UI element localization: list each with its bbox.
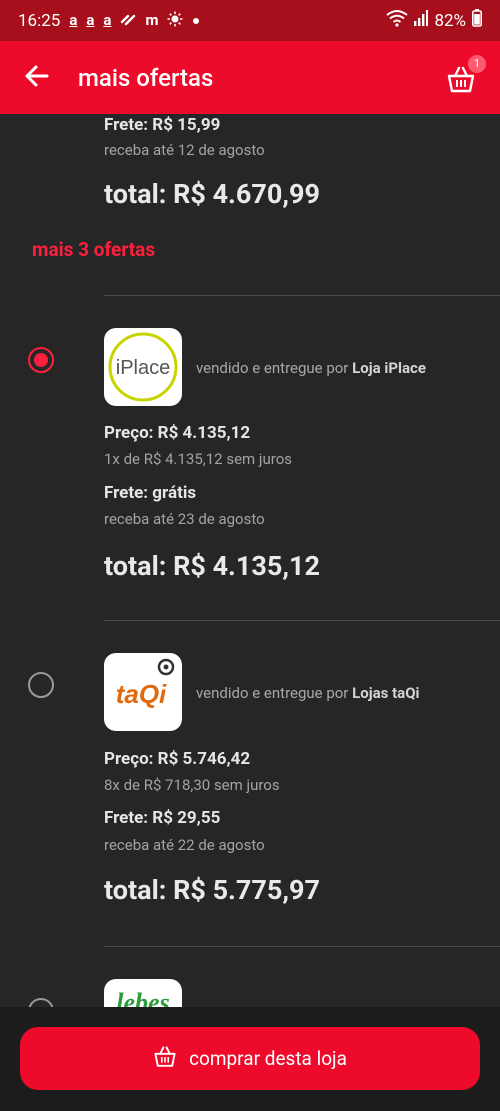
more-offers-heading: mais 3 ofertas <box>32 238 156 261</box>
battery-icon <box>472 9 482 32</box>
previous-offer-frete: Frete: R$ 15,99 <box>104 115 221 135</box>
signal-icon <box>414 10 429 31</box>
m-app-icon: m <box>145 11 159 29</box>
taqi-logo: taQi <box>104 653 182 731</box>
svg-text:lebes: lebes <box>116 988 169 1007</box>
offer-total: total: R$ 5.775,97 <box>104 874 320 906</box>
delivery-date: receba até 22 de agosto <box>104 836 265 854</box>
seller-name: Loja iPlace <box>352 359 426 377</box>
status-bar: 16:25 a a a m 82% <box>0 0 500 41</box>
offer-item-lebes[interactable]: lebes <box>0 946 500 1007</box>
seller-prefix: vendido e entregue por <box>196 684 349 702</box>
lebes-logo: lebes <box>104 979 182 1007</box>
notification-icon: a <box>103 11 112 29</box>
seller-info: vendido e entregue por Lojas taQi <box>196 684 420 702</box>
svg-text:iPlace: iPlace <box>116 357 170 379</box>
bottom-action-bar: comprar desta loja <box>0 1007 500 1111</box>
seller-info: vendido e entregue por Loja iPlace <box>196 359 426 377</box>
buy-button-label: comprar desta loja <box>189 1047 347 1070</box>
app-bar: mais ofertas 1 <box>0 41 500 114</box>
dot-icon <box>192 13 200 28</box>
wifi-icon <box>386 9 409 32</box>
frete: Frete: grátis <box>104 483 197 503</box>
seller-name: Lojas taQi <box>352 684 420 702</box>
link-icon <box>120 11 136 30</box>
offer-radio[interactable] <box>28 998 54 1007</box>
offer-total: total: R$ 4.135,12 <box>104 550 320 582</box>
status-time: 16:25 <box>18 10 61 31</box>
notification-icon: a <box>69 11 78 29</box>
offer-radio[interactable] <box>28 672 54 698</box>
cart-count-badge: 1 <box>468 55 486 73</box>
notification-icon: a <box>86 11 95 29</box>
price: Preço: R$ 4.135,12 <box>104 423 251 443</box>
basket-icon <box>153 1045 177 1073</box>
frete: Frete: R$ 29,55 <box>104 808 221 828</box>
offer-item-taqi[interactable]: taQi vendido e entregue por Lojas taQi P… <box>0 620 500 946</box>
battery-percent: 82% <box>434 10 466 31</box>
seller-prefix: vendido e entregue por <box>196 359 349 377</box>
price: Preço: R$ 5.746,42 <box>104 749 251 769</box>
offer-radio-selected[interactable] <box>28 347 54 373</box>
installments: 8x de R$ 718,30 sem juros <box>104 776 280 794</box>
buy-from-store-button[interactable]: comprar desta loja <box>20 1027 480 1090</box>
page-title: mais ofertas <box>78 64 214 92</box>
previous-offer-total: total: R$ 4.670,99 <box>104 178 320 210</box>
offers-list[interactable]: Frete: R$ 15,99 receba até 12 de agosto … <box>0 114 500 1007</box>
previous-offer-delivery: receba até 12 de agosto <box>104 141 265 159</box>
sun-icon <box>167 11 183 30</box>
delivery-date: receba até 23 de agosto <box>104 510 265 528</box>
back-arrow-icon[interactable] <box>22 61 52 91</box>
installments: 1x de R$ 4.135,12 sem juros <box>104 450 292 468</box>
svg-text:taQi: taQi <box>116 679 167 709</box>
iplace-logo: iPlace <box>104 328 182 406</box>
offer-item-iplace[interactable]: iPlace vendido e entregue por Loja iPlac… <box>0 295 500 620</box>
